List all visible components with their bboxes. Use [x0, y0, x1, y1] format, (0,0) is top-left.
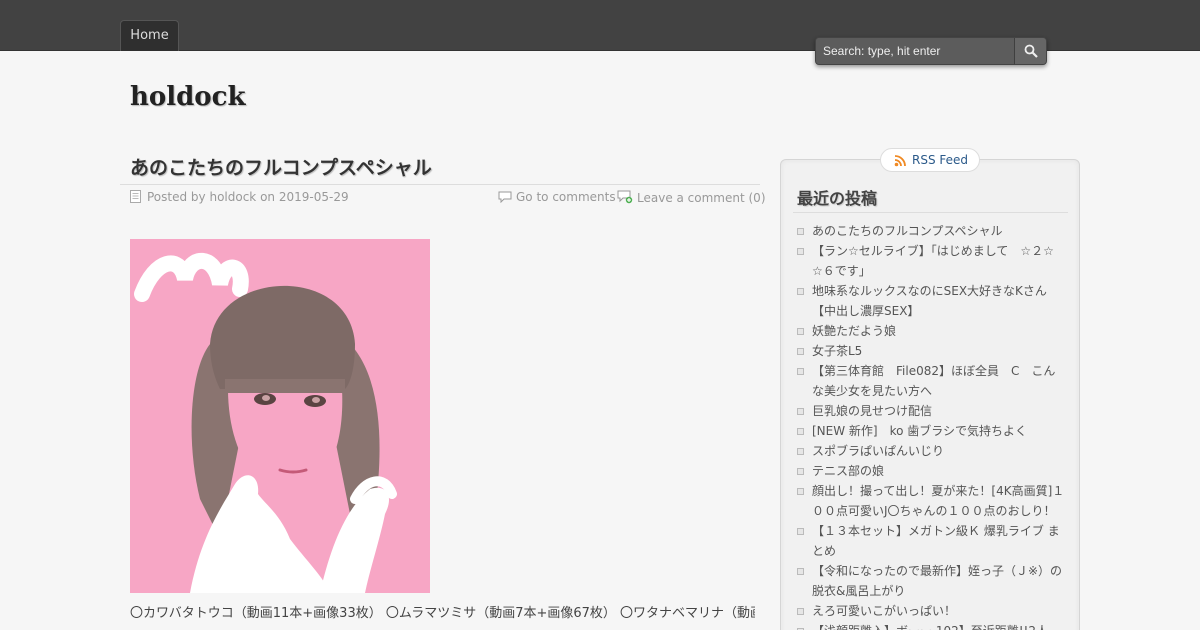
- recent-post-title: 顔出し！撮って出し！夏が来た！[4K高画質]１００点可愛いJ〇ちゃんの１００点の…: [812, 484, 1065, 518]
- list-bullet-icon: [797, 488, 804, 495]
- recent-post-link[interactable]: 女子茶L5: [797, 341, 1065, 361]
- recent-post-link[interactable]: 【１３本セット】メガトン級Ｋ 爆乳ライブ まとめ: [797, 521, 1065, 561]
- recent-post-title: 巨乳娘の見せつけ配信: [812, 404, 933, 418]
- list-bullet-icon: [797, 608, 804, 615]
- recent-post-link[interactable]: スポブラぱいぱんいじり: [797, 441, 1065, 461]
- recent-post-link[interactable]: 【第三体育館 File082】ほぼ全員 C こんな美少女を見たい方へ: [797, 361, 1065, 401]
- recent-post-title: テニス部の娘: [812, 464, 885, 478]
- post-title[interactable]: あのこたちのフルコンプスペシャル: [130, 153, 432, 180]
- recent-post-link[interactable]: 【令和になったので最新作】姪っ子（Ｊ※）の脱衣&風呂上がり: [797, 561, 1065, 601]
- recent-post-title: [NEW 新作] ko 歯ブラシで気持ちよく: [812, 424, 1028, 438]
- author-link[interactable]: holdock: [209, 190, 256, 204]
- go-to-comments-link[interactable]: Go to comments: [516, 190, 616, 204]
- search-input[interactable]: [816, 38, 1014, 64]
- date-prefix: on: [260, 190, 276, 204]
- recent-post-link[interactable]: 【浅顔距離入】ボーー 102】至近距離!!2人: [797, 621, 1065, 630]
- recent-post-title: 【ラン☆セルライブ】「はじめまして ☆２☆ ☆６です」: [812, 244, 1066, 278]
- list-bullet-icon: [797, 288, 804, 295]
- recent-posts-heading: 最近の投稿: [797, 189, 878, 208]
- list-bullet-icon: [797, 328, 804, 335]
- recent-post-link[interactable]: えろ可愛いこがいっぱい！: [797, 601, 1065, 621]
- recent-post-link[interactable]: テニス部の娘: [797, 461, 1065, 481]
- girl-illustration: [130, 239, 430, 593]
- list-bullet-icon: [797, 448, 804, 455]
- recent-post-link[interactable]: 巨乳娘の見せつけ配信: [797, 401, 1065, 421]
- leave-comment-link[interactable]: Leave a comment (0): [637, 191, 766, 205]
- recent-post-link[interactable]: 【ラン☆セルライブ】「はじめまして ☆２☆ ☆６です」: [797, 241, 1066, 281]
- recent-post-title: 女子茶L5: [812, 344, 863, 358]
- list-bullet-icon: [797, 228, 804, 235]
- recent-post-title: 妖艶ただよう娘: [812, 324, 897, 338]
- post-date: 2019-05-29: [278, 190, 349, 204]
- list-bullet-icon: [797, 528, 804, 535]
- post-byline: Posted by holdock on 2019-05-29: [130, 190, 349, 204]
- recent-posts-list: あのこたちのフルコンプスペシャル【ラン☆セルライブ】「はじめまして ☆２☆ ☆６…: [797, 221, 1066, 630]
- rss-icon: [894, 155, 906, 167]
- recent-post-link[interactable]: [NEW 新作] ko 歯ブラシで気持ちよく: [797, 421, 1065, 441]
- recent-post-link[interactable]: 妖艶ただよう娘: [797, 321, 1065, 341]
- recent-post-title: 【令和になったので最新作】姪っ子（Ｊ※）の脱衣&風呂上がり: [812, 564, 1063, 598]
- list-bullet-icon: [797, 468, 804, 475]
- rss-feed-label: RSS Feed: [912, 153, 969, 167]
- post-meta-bar: Posted by holdock on 2019-05-29 Go to co…: [120, 184, 766, 208]
- post-featured-image[interactable]: [130, 239, 430, 593]
- add-comment-icon: [617, 190, 633, 204]
- recent-post-title: 地味系なルックスなのにSEX大好きなKさん【中出し濃厚SEX】: [812, 284, 1047, 318]
- go-to-comments: Go to comments: [498, 190, 616, 204]
- search-icon: [1024, 44, 1038, 58]
- recent-post-title: えろ可愛いこがいっぱい！: [812, 604, 957, 618]
- list-bullet-icon: [797, 428, 804, 435]
- recent-post-link[interactable]: あのこたちのフルコンプスペシャル: [797, 221, 1065, 241]
- recent-post-title: 【浅顔距離入】ボーー 102】至近距離!!2人: [812, 624, 1048, 630]
- recent-post-link[interactable]: 地味系なルックスなのにSEX大好きなKさん【中出し濃厚SEX】: [797, 281, 1065, 321]
- list-bullet-icon: [797, 368, 804, 375]
- posted-by-label: Posted by: [147, 190, 206, 204]
- search-button[interactable]: [1014, 38, 1046, 64]
- search-box: [815, 37, 1047, 65]
- nav-home-tab[interactable]: Home: [120, 20, 179, 51]
- site-title[interactable]: holdock: [130, 82, 246, 112]
- rss-feed-link[interactable]: RSS Feed: [880, 148, 980, 172]
- list-bullet-icon: [797, 408, 804, 415]
- document-icon: [130, 190, 141, 203]
- list-bullet-icon: [797, 348, 804, 355]
- recent-post-title: 【第三体育館 File082】ほぼ全員 C こんな美少女を見たい方へ: [812, 364, 1056, 398]
- list-bullet-icon: [797, 248, 804, 255]
- recent-post-title: あのこたちのフルコンプスペシャル: [812, 224, 1003, 238]
- leave-comment: Leave a comment (0): [617, 190, 766, 205]
- recent-post-title: スポブラぱいぱんいじり: [812, 444, 945, 458]
- recent-post-link[interactable]: 顔出し！撮って出し！夏が来た！[4K高画質]１００点可愛いJ〇ちゃんの１００点の…: [797, 481, 1065, 521]
- recent-post-title: 【１３本セット】メガトン級Ｋ 爆乳ライブ まとめ: [812, 524, 1060, 558]
- list-bullet-icon: [797, 568, 804, 575]
- widget-divider: [793, 212, 1068, 213]
- speech-bubble-icon: [498, 191, 512, 203]
- post-excerpt: 〇カワバタトウコ（動画11本+画像33枚） 〇ムラマツミサ（動画7本+画像67枚…: [130, 606, 755, 621]
